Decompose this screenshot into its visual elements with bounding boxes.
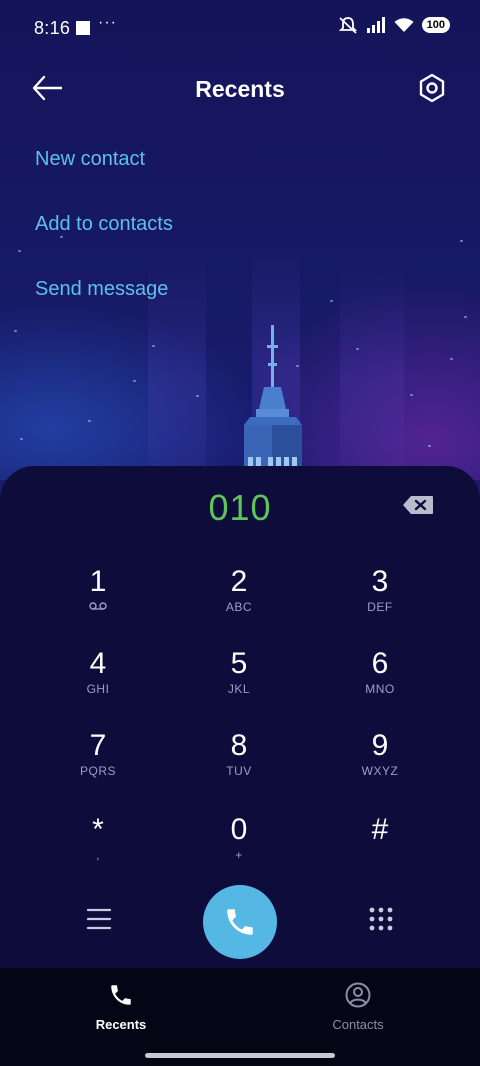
call-button[interactable] (203, 885, 277, 959)
phone-icon (227, 909, 253, 935)
key-letters: JKL (227, 682, 251, 696)
dial-key-4[interactable]: 4 GHI (38, 648, 158, 718)
dial-key-1[interactable]: 1 (38, 566, 158, 636)
key-letters: WXYZ (361, 764, 399, 778)
new-contact-link[interactable]: New contact (35, 148, 145, 171)
bottom-navigation: Recents Contacts (0, 968, 480, 1066)
key-digit: # (371, 813, 389, 846)
key-digit: 0 (230, 813, 248, 846)
nav-label: Recents (95, 1017, 147, 1032)
key-letters: ABC (225, 600, 253, 614)
nav-label: Contacts (332, 1017, 384, 1032)
key-letters: + (235, 848, 243, 862)
dial-key-2[interactable]: 2 ABC (179, 566, 299, 636)
contact-person-icon (345, 982, 371, 1008)
dialpad-toggle-icon[interactable] (368, 906, 394, 932)
signal-icon (366, 17, 385, 33)
key-letters: PQRS (79, 764, 116, 778)
key-digit: 2 (230, 565, 248, 598)
top-app-bar: Recents (0, 60, 480, 120)
key-digit: 3 (371, 565, 389, 598)
background-light-beam (340, 250, 404, 470)
more-notifications-icon: ··· (98, 14, 117, 31)
tower-illustration (244, 325, 302, 470)
dial-key-6[interactable]: 6 MNO (320, 648, 440, 718)
wifi-icon (394, 18, 414, 32)
key-digit: 4 (89, 647, 107, 680)
status-icons: 100 (338, 16, 450, 34)
dial-key-7[interactable]: 7 PQRS (38, 730, 158, 800)
battery-icon: 100 (421, 17, 450, 33)
status-time: 8:16 (34, 18, 71, 38)
dial-key-3[interactable]: 3 DEF (320, 566, 440, 636)
key-letters: TUV (226, 764, 252, 778)
menu-icon[interactable] (86, 906, 112, 932)
key-digit: 8 (230, 729, 248, 762)
key-letters: , (96, 848, 100, 862)
key-digit: 6 (371, 647, 389, 680)
dial-key-9[interactable]: 9 WXYZ (320, 730, 440, 800)
dial-key-star[interactable]: * , (38, 814, 158, 884)
home-indicator[interactable] (145, 1053, 335, 1058)
key-letters: DEF (367, 600, 393, 614)
nav-recents[interactable]: Recents (61, 982, 181, 1032)
key-digit: 1 (89, 565, 107, 598)
background-glow-left (0, 300, 260, 480)
key-digit: * (92, 813, 104, 846)
page-title: Recents (195, 76, 285, 102)
dial-key-0[interactable]: 0 + (179, 814, 299, 884)
add-to-contacts-link[interactable]: Add to contacts (35, 213, 173, 236)
send-message-link[interactable]: Send message (35, 278, 168, 301)
key-digit: 7 (89, 729, 107, 762)
backspace-icon[interactable] (402, 495, 434, 515)
key-letters: GHI (86, 682, 110, 696)
notification-square-icon (76, 21, 90, 35)
status-bar: 8:16 ··· 100 (0, 0, 480, 56)
key-letters: MNO (365, 682, 395, 696)
mute-icon (338, 17, 357, 34)
settings-hexagon-icon[interactable] (416, 72, 448, 104)
dial-key-5[interactable]: 5 JKL (179, 648, 299, 718)
voicemail-icon (89, 602, 107, 610)
nav-contacts[interactable]: Contacts (298, 982, 418, 1032)
key-digit: 5 (230, 647, 248, 680)
key-digit: 9 (371, 729, 389, 762)
dial-key-hash[interactable]: # (320, 814, 440, 884)
phone-icon (111, 985, 131, 1005)
dial-key-8[interactable]: 8 TUV (179, 730, 299, 800)
